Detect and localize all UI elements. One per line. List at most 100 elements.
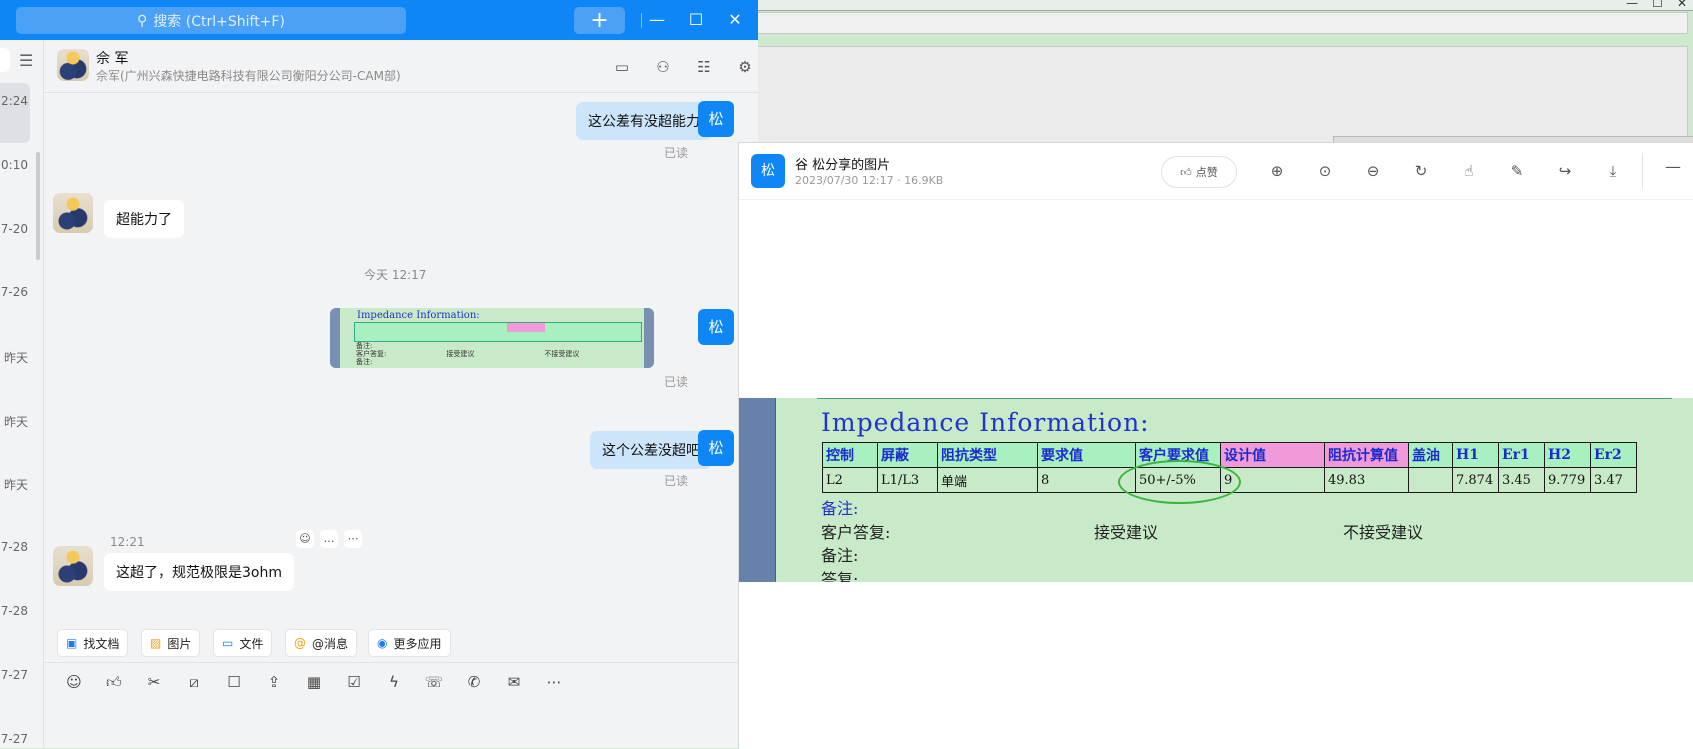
search-history-icon[interactable]: ☷ <box>692 56 716 78</box>
download-icon[interactable]: ⤓ <box>1601 159 1625 183</box>
maximize-button[interactable]: ☐ <box>682 8 710 32</box>
table-cell: 7.874 <box>1452 467 1499 493</box>
search-input[interactable]: ⚲ 搜索 (Ctrl+Shift+F) <box>16 7 406 34</box>
calendar-icon[interactable]: ▦ <box>302 670 326 694</box>
more-icon[interactable]: ⋯ <box>344 530 362 548</box>
settings-icon[interactable]: ⚙ <box>733 56 757 78</box>
message-bubble-sent[interactable]: 这公差有没超能力 <box>576 102 712 140</box>
add-member-icon[interactable]: ⚇ <box>651 56 675 78</box>
conversation-time[interactable]: 7-20 <box>0 222 28 236</box>
more-apps-button[interactable]: ◉ 更多应用 <box>368 629 451 657</box>
conversation-time[interactable]: 7-27 <box>0 732 28 746</box>
zoom-out-icon[interactable]: ⊖ <box>1361 159 1385 183</box>
message-bubble-received[interactable]: 超能力了 <box>104 200 184 238</box>
selected-conversation[interactable] <box>0 83 30 143</box>
contact-avatar[interactable] <box>53 546 93 586</box>
read-status: 已读 <box>664 146 689 160</box>
menu-icon[interactable]: ☰ <box>19 51 33 70</box>
my-avatar[interactable]: 松 <box>698 309 734 345</box>
rotate-icon[interactable]: ↻ <box>1409 159 1433 183</box>
table-header-cell: 控制 <box>822 442 878 468</box>
sidebar-scrollbar[interactable] <box>36 152 40 260</box>
image-viewer: 松 谷 松分享的图片 2023/07/30 12:17 · 16.9KB 👍︎ 点… <box>738 142 1693 749</box>
chat-window: ⚲ 搜索 (Ctrl+Shift+F) + — ☐ ✕ ☰ 2:24 0:10 … <box>0 0 758 748</box>
share-icon[interactable]: ↪ <box>1553 159 1577 183</box>
table-header-cell: Er2 <box>1590 442 1637 468</box>
upload-icon[interactable]: ⇪ <box>262 670 286 694</box>
emoji-icon[interactable]: ☺ <box>62 670 86 694</box>
original-size-icon[interactable]: ⊙ <box>1313 159 1337 183</box>
thumbnail-table <box>354 322 642 342</box>
call-icon[interactable]: ✆ <box>462 670 486 694</box>
viewer-meta: 2023/07/30 12:17 · 16.9KB <box>795 174 944 187</box>
plus-button[interactable]: + <box>574 7 625 34</box>
conversation-time[interactable]: 2:24 <box>0 94 28 108</box>
message-bubble-sent[interactable]: 这个公差没超吧 <box>590 431 712 469</box>
document-icon: ▣ <box>66 636 78 650</box>
table-header-cell: 设计值 <box>1220 442 1325 468</box>
title-bar: ⚲ 搜索 (Ctrl+Shift+F) + — ☐ ✕ <box>0 0 758 40</box>
hand-icon[interactable]: ☝ <box>1457 159 1481 183</box>
folder-icon[interactable]: ▭ <box>610 56 634 78</box>
viewer-minimize-button[interactable]: — <box>1665 157 1681 176</box>
mail-icon[interactable]: ✉ <box>502 670 526 694</box>
chat-timestamp: 今天 12:17 <box>364 268 427 282</box>
background-window-toolbar <box>756 12 1688 34</box>
image-message[interactable]: Impedance Information: 备注: 客户答复: 接受建议 不接受建… <box>330 308 654 368</box>
message-actions: ☺ … ⋯ <box>296 530 362 548</box>
conversation-time[interactable]: 昨天 <box>0 349 28 366</box>
mention-button[interactable]: @ @消息 <box>285 629 358 657</box>
sidebar-search[interactable] <box>0 48 10 72</box>
viewer-title: 谷 松分享的图片 <box>795 158 891 173</box>
contact-subtitle: 佘军(广州兴森快捷电路科技有限公司衡阳分公司-CAM部) <box>96 69 401 83</box>
note-icon[interactable]: ☐ <box>222 670 246 694</box>
lightning-icon[interactable]: ϟ <box>382 670 406 694</box>
zoom-in-icon[interactable]: ⊕ <box>1265 159 1289 183</box>
table-cell: L2 <box>822 467 878 493</box>
scissors-icon[interactable]: ✂ <box>142 670 166 694</box>
at-icon: @ <box>294 636 306 650</box>
title-separator <box>641 13 642 28</box>
conversation-time[interactable]: 昨天 <box>0 476 28 493</box>
slash-icon[interactable]: ⧄ <box>182 670 206 694</box>
table-header-cell: 要求值 <box>1037 442 1136 468</box>
reject-label: 不接受建议 <box>1343 523 1424 542</box>
table-cell: 单端 <box>937 467 1038 493</box>
contact-avatar[interactable] <box>53 193 93 233</box>
conversation-time[interactable]: 7-28 <box>0 540 28 554</box>
sender-avatar[interactable]: 松 <box>751 154 785 188</box>
conversation-time[interactable]: 7-26 <box>0 285 28 299</box>
like-button[interactable]: 👍︎ 点赞 <box>1161 156 1237 188</box>
apps-icon: ◉ <box>377 636 388 650</box>
message-bubble-received[interactable]: 这超了，规范极限是3ohm <box>104 553 294 591</box>
conversation-time[interactable]: 7-28 <box>0 604 28 618</box>
conversation-time[interactable]: 昨天 <box>0 413 28 430</box>
viewer-separator <box>1642 153 1643 189</box>
file-button[interactable]: ▭ 文件 <box>213 629 273 657</box>
search-placeholder: 搜索 (Ctrl+Shift+F) <box>153 13 285 30</box>
minimize-button[interactable]: — <box>643 8 671 32</box>
viewer-header: 松 谷 松分享的图片 2023/07/30 12:17 · 16.9KB 👍︎ 点… <box>739 143 1693 200</box>
image-icon: ▨ <box>150 636 162 650</box>
find-document-button[interactable]: ▣ 找文档 <box>57 629 129 657</box>
table-cell: 49.83 <box>1324 467 1409 493</box>
image-button[interactable]: ▨ 图片 <box>141 629 201 657</box>
my-avatar[interactable]: 松 <box>698 430 734 466</box>
conversation-time[interactable]: 0:10 <box>0 158 28 172</box>
edit-icon[interactable]: ✎ <box>1505 159 1529 183</box>
document-image[interactable]: Impedance Information: 控制 屏蔽 阻抗类型 要求值 客户… <box>739 398 1693 582</box>
conversation-time[interactable]: 7-27 <box>0 668 28 682</box>
thumbs-up-icon[interactable]: 👍︎ <box>102 670 126 694</box>
reply-icon[interactable]: … <box>320 530 338 548</box>
more-icon[interactable]: ⋯ <box>542 670 566 694</box>
folder-icon: ▭ <box>222 636 234 650</box>
my-avatar[interactable]: 松 <box>698 101 734 137</box>
phone-icon[interactable]: ☏ <box>422 670 446 694</box>
checkbox-icon[interactable]: ☑ <box>342 670 366 694</box>
table-header-cell: 阻抗计算值 <box>1324 442 1409 468</box>
customer-reply-label: 客户答复: <box>821 523 891 542</box>
close-button[interactable]: ✕ <box>721 8 749 32</box>
background-window-controls[interactable]: — ☐ ✕ <box>1617 0 1693 10</box>
reaction-icon[interactable]: ☺ <box>296 530 314 548</box>
contact-avatar[interactable] <box>57 49 89 81</box>
